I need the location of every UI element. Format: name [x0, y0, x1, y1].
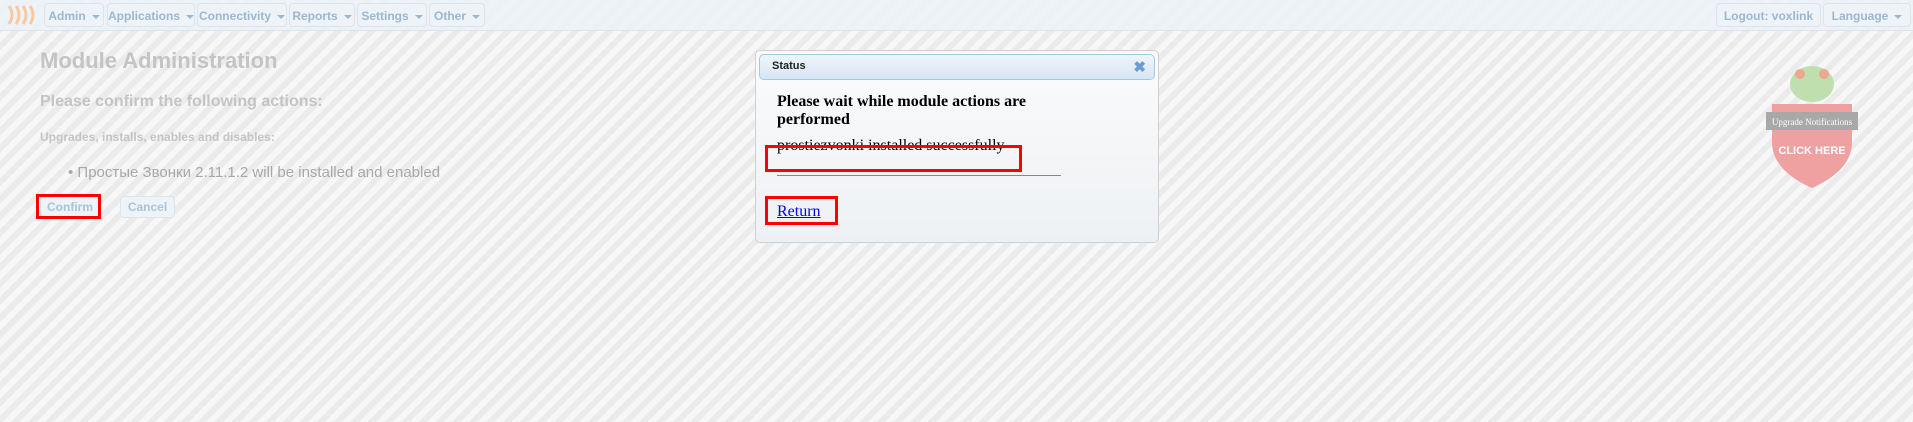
menu-admin[interactable]: Admin: [44, 3, 104, 27]
menu-reports[interactable]: Reports: [289, 3, 355, 27]
menu-other[interactable]: Other: [429, 3, 485, 27]
caret-down-icon: [186, 14, 195, 19]
menu-label: Language: [1831, 9, 1889, 23]
status-dialog: Status ✖ Please wait while module action…: [755, 50, 1159, 243]
confirm-button[interactable]: Confirm: [40, 196, 100, 218]
return-link[interactable]: Return: [777, 203, 821, 221]
caret-down-icon: [91, 14, 100, 19]
menu-label: Other: [433, 9, 466, 23]
divider: [777, 175, 1061, 176]
caret-down-icon: [414, 14, 423, 19]
logout-button[interactable]: Logout: voxlink: [1716, 3, 1821, 27]
menu-label: Connectivity: [198, 9, 271, 23]
dialog-titlebar[interactable]: Status ✖: [759, 54, 1155, 80]
upgrade-notifications-badge[interactable]: Upgrade Notifications CLICK HERE: [1764, 52, 1860, 192]
list-item: • Простые Звонки 2.11.1.2 will be instal…: [68, 164, 441, 181]
close-icon[interactable]: ✖: [1133, 58, 1146, 76]
menu-label: Reports: [292, 9, 338, 23]
result-message: prostiezvonki installed successfully: [777, 137, 1005, 154]
confirm-heading: Please confirm the following actions:: [40, 93, 323, 110]
menu-label: Admin: [48, 9, 86, 23]
section-label: Upgrades, installs, enables and disables…: [40, 130, 275, 144]
dialog-message: Please wait while module actions are per…: [777, 93, 1027, 128]
caret-down-icon: [277, 14, 285, 19]
menu-applications[interactable]: Applications: [107, 3, 195, 27]
menu-settings[interactable]: Settings: [357, 3, 427, 27]
menu-label: Settings: [361, 9, 409, 23]
menu-language[interactable]: Language: [1823, 3, 1911, 27]
menu-connectivity[interactable]: Connectivity: [197, 3, 287, 27]
badge-text-top: Upgrade Notifications: [1772, 117, 1853, 127]
cancel-button[interactable]: Cancel: [120, 196, 175, 218]
caret-down-icon: [1894, 14, 1903, 19]
top-nav: Admin Applications Connectivity Reports …: [0, 0, 1913, 31]
page-title: Module Administration: [40, 48, 278, 73]
caret-down-icon: [343, 14, 352, 19]
logout-label: Logout: voxlink: [1723, 9, 1814, 23]
action-text: Простые Звонки 2.11.1.2 will be installe…: [77, 164, 441, 181]
logo-icon: [7, 5, 35, 25]
menu-label: Applications: [108, 9, 181, 23]
dialog-title: Status: [772, 60, 806, 72]
badge-text-bottom: CLICK HERE: [1778, 145, 1845, 157]
caret-down-icon: [472, 14, 480, 19]
